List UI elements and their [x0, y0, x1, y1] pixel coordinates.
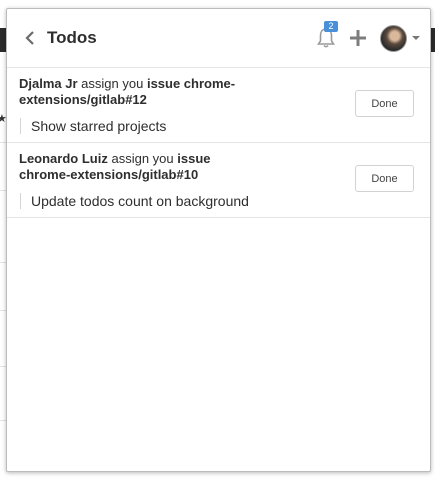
notifications-button[interactable]: 2 [314, 21, 338, 50]
chevron-left-icon [25, 31, 34, 45]
header-actions: 2 [314, 21, 420, 52]
todo-header: Leonardo Luiz assign you issue chrome-ex… [19, 151, 247, 183]
done-button[interactable]: Done [355, 90, 414, 117]
todo-body: Show starred projects [20, 118, 414, 134]
avatar [380, 24, 407, 52]
page-title: Todos [47, 28, 97, 47]
todo-action: assign you [81, 76, 144, 91]
todo-body: Update todos count on background [20, 193, 414, 209]
todos-popup: Todos 2 Djalma Jr assign you issue chrom… [6, 8, 431, 472]
notification-count-badge: 2 [324, 21, 338, 32]
plus-icon [350, 30, 366, 46]
background-nav-bar-right [431, 28, 435, 52]
todo-author: Djalma Jr [19, 76, 78, 91]
back-button[interactable] [21, 29, 39, 47]
todo-item: Leonardo Luiz assign you issue chrome-ex… [7, 143, 430, 218]
todo-author: Leonardo Luiz [19, 151, 108, 166]
new-todo-button[interactable] [348, 28, 368, 48]
user-menu-button[interactable] [380, 24, 420, 52]
todo-item: Djalma Jr assign you issue chrome-extens… [7, 68, 430, 143]
done-button[interactable]: Done [355, 165, 414, 192]
todo-header: Djalma Jr assign you issue chrome-extens… [19, 76, 247, 108]
todo-action: assign you [111, 151, 174, 166]
popup-header: Todos 2 [7, 9, 430, 68]
caret-down-icon [412, 36, 420, 40]
